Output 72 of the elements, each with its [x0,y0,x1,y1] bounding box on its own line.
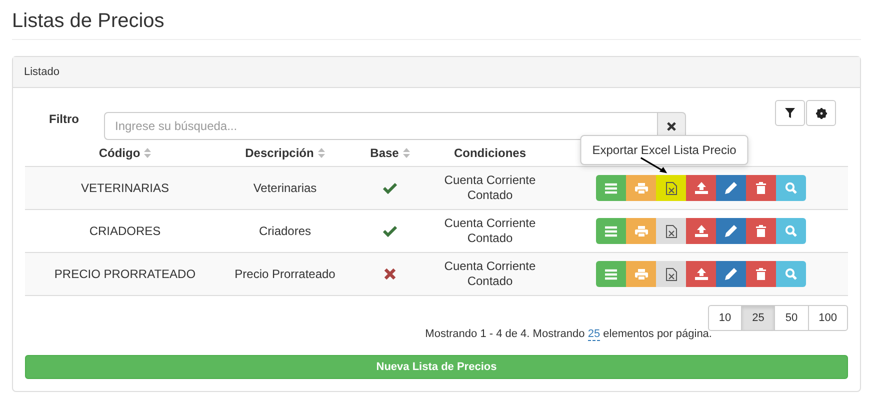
pencil-icon [725,182,737,194]
column-header[interactable]: Condiciones [454,146,526,160]
excel-button[interactable] [656,218,686,244]
search-field[interactable]: Ingrese su búsqueda... [104,112,658,140]
edit-button[interactable] [716,175,746,201]
list-icon [605,268,617,280]
page-size-button[interactable]: 100 [808,305,848,331]
view-button[interactable] [776,261,806,287]
filter-button[interactable] [775,100,805,126]
view-button[interactable] [776,218,806,244]
table-cell: Contado [467,188,513,203]
upload-button[interactable] [686,218,716,244]
excel-button[interactable] [656,261,686,287]
page-size-button[interactable]: 10 [708,305,742,331]
search-icon [785,182,797,194]
search-icon [785,268,797,280]
settings-icon [816,108,826,118]
upload-icon [694,182,708,194]
table-cell: Criadores [258,224,312,238]
trash-icon [756,225,766,237]
delete-button[interactable] [746,175,776,201]
spreadsheet-file-icon [666,268,676,280]
table-cell: Cuenta Corriente [444,216,536,231]
printer-icon [634,226,648,236]
table-cell: Cuenta Corriente [444,259,536,274]
pencil-icon [725,268,737,280]
annotation-arrow [640,157,668,174]
list-icon [605,182,617,194]
search-icon [785,225,797,237]
list-button[interactable] [596,218,626,244]
pencil-icon [725,225,737,237]
delete-button[interactable] [746,261,776,287]
table-cell: Cuenta Corriente [444,173,536,188]
tooltip: Exportar Excel Lista Precio [580,135,748,165]
table-cell: Precio Prorrateado [234,267,336,281]
edit-button[interactable] [716,218,746,244]
table-cell: VETERINARIAS [80,181,170,195]
upload-icon [694,225,708,237]
table-cell: PRECIO PRORRATEADO [54,267,196,281]
upload-button[interactable] [686,261,716,287]
close-icon [667,122,676,130]
trash-icon [756,268,766,280]
table-cell: CRIADORES [89,224,161,238]
column-header[interactable]: Descripción [245,146,314,160]
pagination-summary: Mostrando 1 - 4 de 4. Mostrando 25 elementos por página. [425,328,712,340]
excel-button[interactable] [656,175,686,201]
delete-button[interactable] [746,218,776,244]
printer-icon [634,182,648,194]
trash-icon [756,182,766,194]
column-header[interactable]: Base [370,146,399,160]
view-button[interactable] [776,175,806,201]
list-icon [605,226,617,236]
table-cell: Veterinarias [253,181,317,195]
page-size-link[interactable]: 25 [588,328,600,341]
upload-button[interactable] [686,175,716,201]
panel-title: Listado [24,66,60,78]
settings-button[interactable] [806,100,836,126]
funnel-icon [785,108,795,118]
list-button[interactable] [596,261,626,287]
list-button[interactable] [596,175,626,201]
page-size-button[interactable]: 25 [741,305,776,331]
table-cell: Contado [467,274,513,289]
column-header[interactable]: Código [98,146,140,160]
printer-icon [634,268,648,280]
page-size-button[interactable]: 50 [774,305,809,331]
page-title: Listas de Precios [12,9,166,34]
spreadsheet-file-icon [666,224,676,238]
edit-button[interactable] [716,261,746,287]
table-cell: Contado [467,231,513,246]
spreadsheet-file-icon [666,182,676,194]
filter-label: Filtro [49,112,80,126]
upload-icon [694,268,708,280]
